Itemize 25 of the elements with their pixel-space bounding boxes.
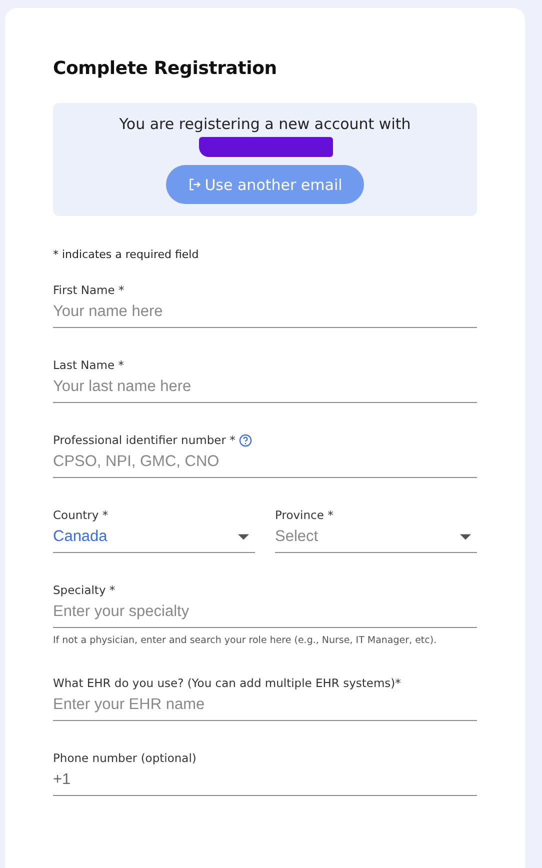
help-icon[interactable] (239, 434, 252, 446)
hint-text: If not a physician, enter and search your role here (e.g., Nurse, IT Manager, etc). (53, 635, 438, 646)
field-label: What EHR do you use? (You can add multiple EHR systems)* (53, 676, 401, 690)
notice-text: You are registering a new account with (119, 115, 411, 133)
dropdown[interactable]: Canada (53, 522, 255, 553)
input-field[interactable]: Your last name here (53, 372, 477, 403)
caret-icon (460, 534, 471, 540)
input-field[interactable]: Enter your specialty (53, 597, 477, 628)
field-label: Professional identifier number * (53, 433, 236, 447)
field-label: Specialty * (53, 583, 116, 597)
caret-icon (238, 534, 249, 540)
form-title: Complete Registration (53, 58, 278, 79)
field-label: Country * (53, 508, 108, 522)
use-another-email-button[interactable]: Use another email (166, 165, 364, 204)
input-field[interactable]: Your name here (53, 297, 477, 328)
input-field[interactable]: +1 (53, 765, 477, 796)
dropdown[interactable]: Select (275, 522, 477, 553)
field-label: Last Name * (53, 358, 124, 372)
field-label: First Name * (53, 283, 124, 297)
field-label: Phone number (optional) (53, 751, 196, 765)
input-field[interactable]: Enter your EHR name (53, 690, 477, 721)
required-note: * indicates a required field (53, 248, 200, 261)
field-label: Province * (275, 508, 334, 522)
input-field[interactable]: CPSO, NPI, GMC, CNO (53, 447, 477, 478)
sign-out-icon (188, 178, 201, 191)
